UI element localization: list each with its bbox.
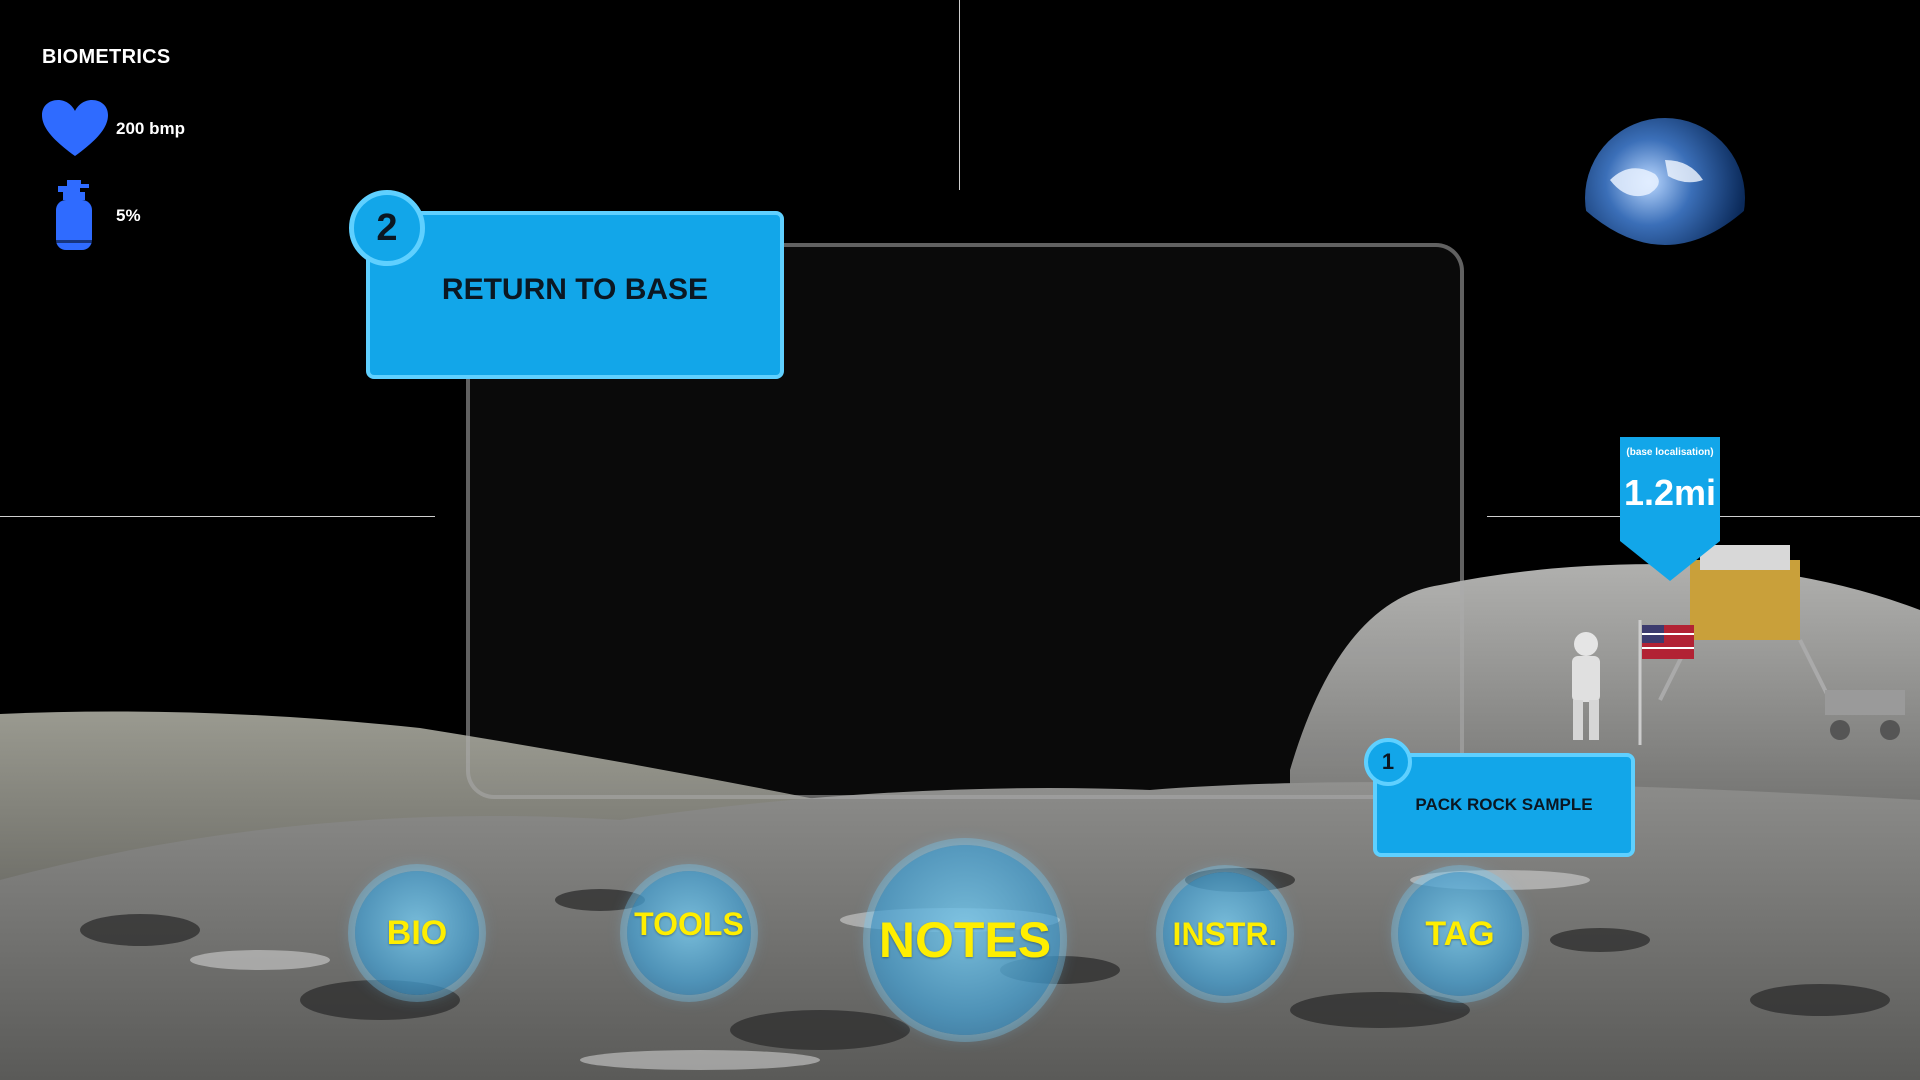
- menu-label: TOOLS: [634, 905, 744, 942]
- crosshair-left-line: [0, 516, 435, 517]
- task-number-badge: 2: [349, 190, 425, 266]
- menu-notes-button[interactable]: NOTES: [870, 845, 1060, 1035]
- menu-label: NOTES: [878, 912, 1052, 968]
- menu-bio-button[interactable]: BIO: [355, 871, 479, 995]
- marker-distance: 1.2mi: [1623, 472, 1717, 513]
- biometrics-title: BIOMETRICS: [42, 46, 171, 68]
- heart-rate-row: 200 bmp: [42, 100, 185, 158]
- marker-box: (base localisation) 1.2mi: [1620, 437, 1720, 541]
- task-label: RETURN TO BASE: [441, 273, 709, 306]
- task-number-badge: 1: [1364, 738, 1412, 786]
- menu-tools-button[interactable]: TOOLS: [627, 871, 751, 995]
- oxygen-row: 5%: [42, 180, 141, 252]
- oxygen-tank-icon: [56, 180, 92, 250]
- marker-pointer: [1620, 541, 1720, 581]
- menu-tag-button[interactable]: TAG: [1398, 872, 1522, 996]
- menu-label: TAG: [1425, 914, 1495, 953]
- earth-image: [1585, 118, 1745, 290]
- crosshair-top-line: [959, 0, 960, 190]
- task-card-return-to-base[interactable]: RETURN TO BASE: [366, 211, 784, 379]
- task-number: 2: [376, 206, 398, 249]
- oxygen-value: 5%: [116, 206, 141, 225]
- menu-label: INSTR.: [1172, 915, 1278, 952]
- heart-rate-value: 200 bmp: [116, 119, 185, 138]
- task-number: 1: [1381, 749, 1395, 774]
- menu-instr-button[interactable]: INSTR.: [1163, 872, 1287, 996]
- task-card-pack-rock-sample[interactable]: PACK ROCK SAMPLE: [1373, 753, 1635, 857]
- heart-icon: [42, 100, 108, 156]
- marker-caption: (base localisation): [1626, 447, 1714, 458]
- menu-label: BIO: [386, 913, 448, 952]
- task-label: PACK ROCK SAMPLE: [1415, 795, 1593, 814]
